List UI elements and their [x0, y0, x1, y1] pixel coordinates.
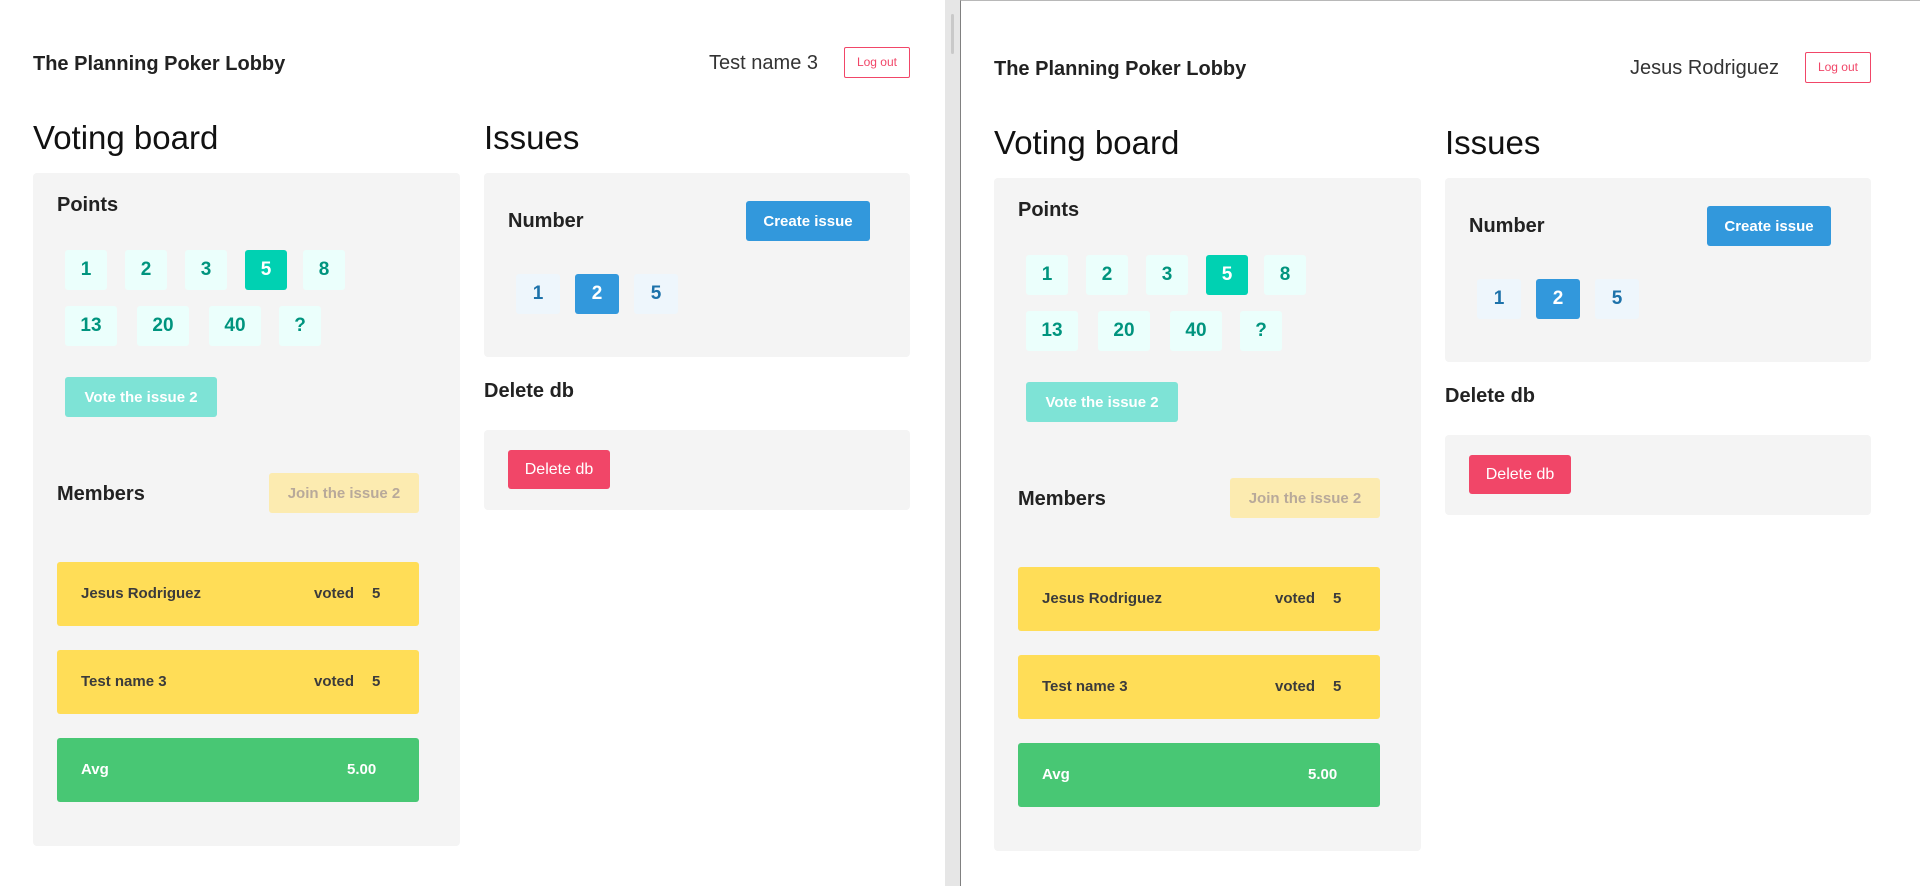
delete-db-panel: Delete db — [484, 430, 910, 510]
point-button-20[interactable]: 20 — [137, 306, 189, 346]
point-button-1[interactable]: 1 — [65, 250, 107, 290]
point-button-unknown[interactable]: ? — [279, 306, 321, 346]
voting-board-title: Voting board — [33, 119, 219, 156]
issue-button-5[interactable]: 5 — [1595, 279, 1639, 319]
delete-db-button[interactable]: Delete db — [508, 450, 610, 489]
navbar: The Planning Poker Lobby Test name 3 Log… — [33, 44, 910, 86]
member-vote-value: 5 — [372, 585, 381, 602]
issues-panel: Number Create issue 1 2 5 — [484, 173, 910, 357]
logout-button[interactable]: Log out — [1804, 52, 1871, 83]
join-issue-button[interactable]: Join the issue 2 — [1230, 478, 1380, 518]
browser-window-left: The Planning Poker Lobby Test name 3 Log… — [0, 0, 945, 886]
app: The Planning Poker Lobby Jesus Rodriguez… — [994, 49, 1871, 851]
member-name: Jesus Rodriguez — [1042, 590, 1163, 607]
voting-board-title: Voting board — [994, 124, 1180, 161]
voting-column: Voting board Points 1 2 3 5 8 13 20 40 ?… — [994, 119, 1421, 851]
member-vote-value: 5 — [1333, 678, 1342, 695]
issue-button-2-selected[interactable]: 2 — [1536, 279, 1580, 319]
divider-handle[interactable] — [951, 14, 954, 54]
current-username: Test name 3 — [709, 52, 818, 74]
point-button-unknown[interactable]: ? — [1240, 311, 1282, 351]
delete-db-title: Delete db — [1445, 385, 1536, 407]
brand-title[interactable]: The Planning Poker Lobby — [994, 58, 1246, 81]
member-status: voted — [314, 585, 355, 602]
window-divider[interactable] — [945, 0, 960, 886]
member-vote-value: 5 — [372, 673, 381, 690]
delete-db-panel: Delete db — [1445, 435, 1871, 515]
number-title: Number — [508, 210, 584, 232]
logout-button[interactable]: Log out — [843, 47, 910, 78]
issue-button-5[interactable]: 5 — [634, 274, 678, 314]
point-button-40[interactable]: 40 — [1170, 311, 1222, 351]
voting-panel: Points 1 2 3 5 8 13 20 40 ? Vote the iss… — [994, 178, 1421, 851]
member-name: Test name 3 — [81, 673, 167, 690]
point-button-5-selected[interactable]: 5 — [245, 250, 287, 290]
points-title: Points — [57, 194, 119, 216]
point-button-3[interactable]: 3 — [185, 250, 227, 290]
issue-button-1[interactable]: 1 — [516, 274, 560, 314]
point-button-2[interactable]: 2 — [1086, 255, 1128, 295]
create-issue-button[interactable]: Create issue — [1707, 206, 1831, 246]
members-title: Members — [57, 483, 145, 505]
issues-column: Issues Number Create issue 1 2 5 Delete … — [484, 114, 910, 510]
member-status: voted — [314, 673, 355, 690]
member-name: Test name 3 — [1042, 678, 1128, 695]
average-label: Avg — [81, 761, 109, 778]
issues-panel: Number Create issue 1 2 5 — [1445, 178, 1871, 362]
point-button-3[interactable]: 3 — [1146, 255, 1188, 295]
delete-db-title: Delete db — [484, 380, 575, 402]
members-title: Members — [1018, 488, 1106, 510]
point-button-8[interactable]: 8 — [1264, 255, 1306, 295]
average-value: 5.00 — [347, 761, 377, 778]
app: The Planning Poker Lobby Test name 3 Log… — [33, 44, 910, 846]
point-button-5-selected[interactable]: 5 — [1206, 255, 1248, 295]
point-button-2[interactable]: 2 — [125, 250, 167, 290]
issues-title: Issues — [1445, 124, 1541, 161]
average-label: Avg — [1042, 766, 1070, 783]
number-title: Number — [1469, 215, 1545, 237]
points-title: Points — [1018, 199, 1080, 221]
member-status: voted — [1275, 678, 1316, 695]
issue-button-2-selected[interactable]: 2 — [575, 274, 619, 314]
average-value: 5.00 — [1308, 766, 1338, 783]
point-button-20[interactable]: 20 — [1098, 311, 1150, 351]
browser-window-right: The Planning Poker Lobby Jesus Rodriguez… — [960, 0, 1920, 886]
issues-title: Issues — [484, 119, 580, 156]
voting-column: Voting board Points 1 2 3 5 8 13 20 40 ?… — [33, 114, 460, 846]
member-card: Jesus Rodriguez voted 5 — [57, 562, 419, 626]
point-button-13[interactable]: 13 — [1026, 311, 1078, 351]
average-card: Avg 5.00 — [57, 738, 419, 802]
point-button-40[interactable]: 40 — [209, 306, 261, 346]
issues-column: Issues Number Create issue 1 2 5 Delete … — [1445, 119, 1871, 515]
member-name: Jesus Rodriguez — [81, 585, 202, 602]
navbar: The Planning Poker Lobby Jesus Rodriguez… — [994, 49, 1871, 91]
vote-issue-button[interactable]: Vote the issue 2 — [65, 377, 217, 417]
current-username: Jesus Rodriguez — [1630, 57, 1779, 79]
point-button-13[interactable]: 13 — [65, 306, 117, 346]
member-vote-value: 5 — [1333, 590, 1342, 607]
delete-db-button[interactable]: Delete db — [1469, 455, 1571, 494]
brand-title[interactable]: The Planning Poker Lobby — [33, 53, 285, 76]
member-card: Jesus Rodriguez voted 5 — [1018, 567, 1380, 631]
screen: The Planning Poker Lobby Test name 3 Log… — [0, 0, 1920, 886]
point-button-8[interactable]: 8 — [303, 250, 345, 290]
point-button-1[interactable]: 1 — [1026, 255, 1068, 295]
voting-panel: Points 1 2 3 5 8 13 20 40 ? Vote the iss… — [33, 173, 460, 846]
issue-button-1[interactable]: 1 — [1477, 279, 1521, 319]
create-issue-button[interactable]: Create issue — [746, 201, 870, 241]
vote-issue-button[interactable]: Vote the issue 2 — [1026, 382, 1178, 422]
member-card: Test name 3 voted 5 — [57, 650, 419, 714]
join-issue-button[interactable]: Join the issue 2 — [269, 473, 419, 513]
average-card: Avg 5.00 — [1018, 743, 1380, 807]
member-status: voted — [1275, 590, 1316, 607]
member-card: Test name 3 voted 5 — [1018, 655, 1380, 719]
